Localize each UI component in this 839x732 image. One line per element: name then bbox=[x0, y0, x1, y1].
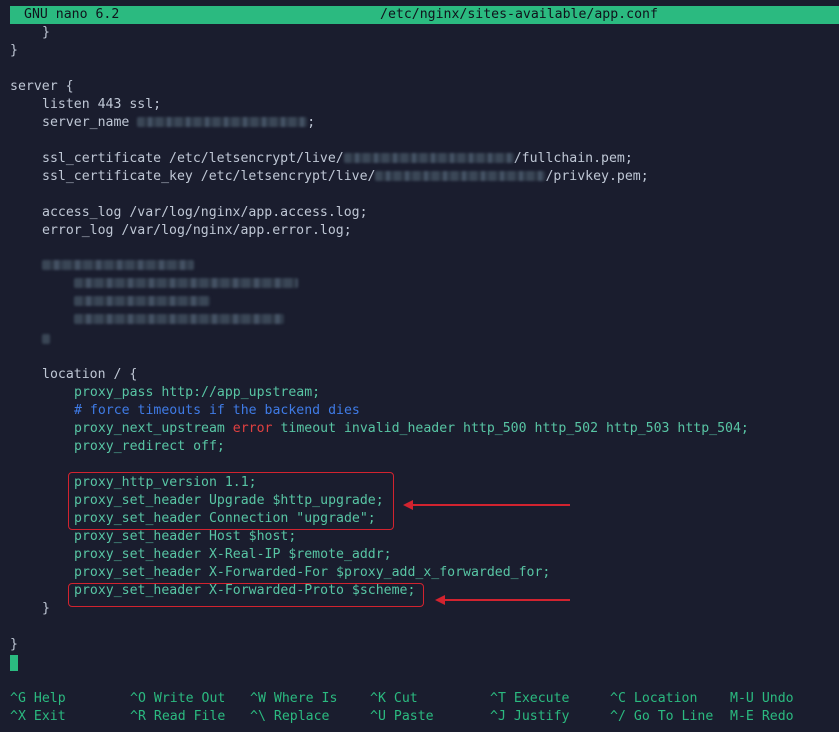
shortcut-paste[interactable]: ^U Paste bbox=[370, 708, 434, 726]
error-keyword: error bbox=[232, 421, 273, 436]
code-line: ssl_certificate_key /etc/letsencrypt/liv… bbox=[42, 169, 649, 184]
code-comment: # force timeouts if the backend dies bbox=[74, 403, 360, 418]
code-line: server_name ; bbox=[42, 115, 316, 130]
code-line: location / { bbox=[42, 367, 138, 382]
shortcut-undo[interactable]: M-U Undo bbox=[730, 690, 794, 708]
code-line: } bbox=[10, 637, 18, 652]
redacted-domain bbox=[375, 171, 546, 181]
code-line: ssl_certificate /etc/letsencrypt/live//f… bbox=[42, 151, 633, 166]
shortcut-replace[interactable]: ^\ Replace bbox=[250, 708, 329, 726]
redacted-block bbox=[42, 258, 302, 348]
shortcut-write-out[interactable]: ^O Write Out bbox=[130, 690, 225, 708]
redacted-domain bbox=[343, 153, 514, 163]
redacted-domain bbox=[137, 117, 308, 127]
code-line: listen 443 ssl; bbox=[42, 97, 162, 112]
code-line: proxy_set_header X-Forwarded-For $proxy_… bbox=[74, 565, 551, 580]
shortcut-exit[interactable]: ^X Exit bbox=[10, 708, 66, 726]
shortcut-cut[interactable]: ^K Cut bbox=[370, 690, 418, 708]
shortcut-execute[interactable]: ^T Execute bbox=[490, 690, 569, 708]
text-cursor bbox=[10, 655, 18, 671]
annotation-arrow bbox=[435, 595, 570, 605]
code-line: proxy_set_header Host $host; bbox=[74, 529, 297, 544]
code-line: proxy_pass http://app_upstream; bbox=[74, 385, 321, 400]
annotation-arrow bbox=[403, 500, 570, 510]
code-line: proxy_redirect off; bbox=[74, 439, 225, 454]
shortcut-help[interactable]: ^G Help bbox=[10, 690, 66, 708]
file-path: /etc/nginx/sites-available/app.conf bbox=[380, 7, 658, 22]
title-bar: GNU nano 6.2 /etc/nginx/sites-available/… bbox=[10, 6, 839, 24]
shortcut-where-is[interactable]: ^W Where Is bbox=[250, 690, 337, 708]
app-name: GNU nano 6.2 bbox=[24, 7, 120, 22]
shortcut-redo[interactable]: M-E Redo bbox=[730, 708, 794, 726]
highlight-box-websocket bbox=[68, 472, 394, 530]
code-line: } bbox=[42, 25, 50, 40]
shortcut-go-to-line[interactable]: ^/Go To Line bbox=[610, 708, 713, 726]
shortcut-location[interactable]: ^C Location bbox=[610, 690, 697, 708]
shortcut-read-file[interactable]: ^R Read File bbox=[130, 708, 225, 726]
code-line: server { bbox=[10, 79, 74, 94]
code-line: } bbox=[10, 43, 18, 58]
code-line: proxy_set_header X-Real-IP $remote_addr; bbox=[74, 547, 392, 562]
shortcut-justify[interactable]: ^J Justify bbox=[490, 708, 569, 726]
highlight-box-forwarded-proto bbox=[68, 583, 424, 607]
code-line: proxy_next_upstream error timeout invali… bbox=[74, 421, 749, 436]
code-line: access_log /var/log/nginx/app.access.log… bbox=[42, 205, 368, 220]
code-line: error_log /var/log/nginx/app.error.log; bbox=[42, 223, 352, 238]
